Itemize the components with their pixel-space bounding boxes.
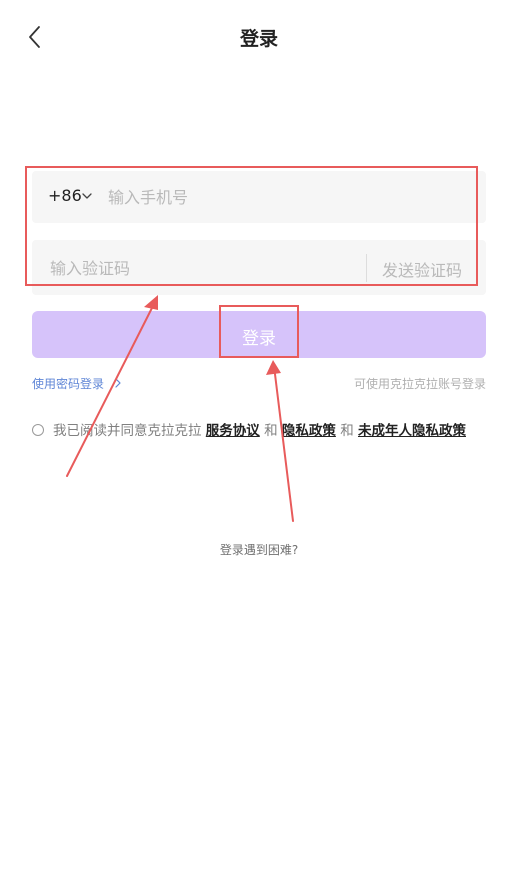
minor-privacy-policy-link[interactable]: 未成年人隐私政策	[358, 423, 466, 439]
privacy-policy-link[interactable]: 隐私政策	[282, 423, 336, 439]
page-title: 登录	[239, 28, 278, 50]
annotation-arrowhead-1	[144, 295, 158, 310]
agreement-prefix: 我已阅读并同意克拉克拉	[53, 423, 202, 439]
account-login-hint: 可使用克拉克拉账号登录	[353, 377, 486, 391]
annotation-box-login	[219, 305, 299, 358]
annotation-arrowhead-2	[266, 360, 281, 375]
chevron-right-icon[interactable]	[114, 378, 122, 388]
password-login-link[interactable]: 使用密码登录	[32, 375, 104, 392]
annotation-arrow-2	[273, 365, 294, 522]
login-trouble-link[interactable]: 登录遇到困难?	[0, 541, 518, 558]
agreement-text: 我已阅读并同意克拉克拉 服务协议 和 隐私政策 和 未成年人隐私政策	[53, 419, 466, 439]
agreement-radio[interactable]	[32, 424, 44, 436]
annotation-arrows	[66, 295, 294, 522]
agreement-and-1: 和	[264, 423, 278, 439]
service-agreement-link[interactable]: 服务协议	[206, 423, 260, 439]
agreement-and-2: 和	[340, 423, 354, 439]
annotation-box-fields	[25, 166, 478, 286]
